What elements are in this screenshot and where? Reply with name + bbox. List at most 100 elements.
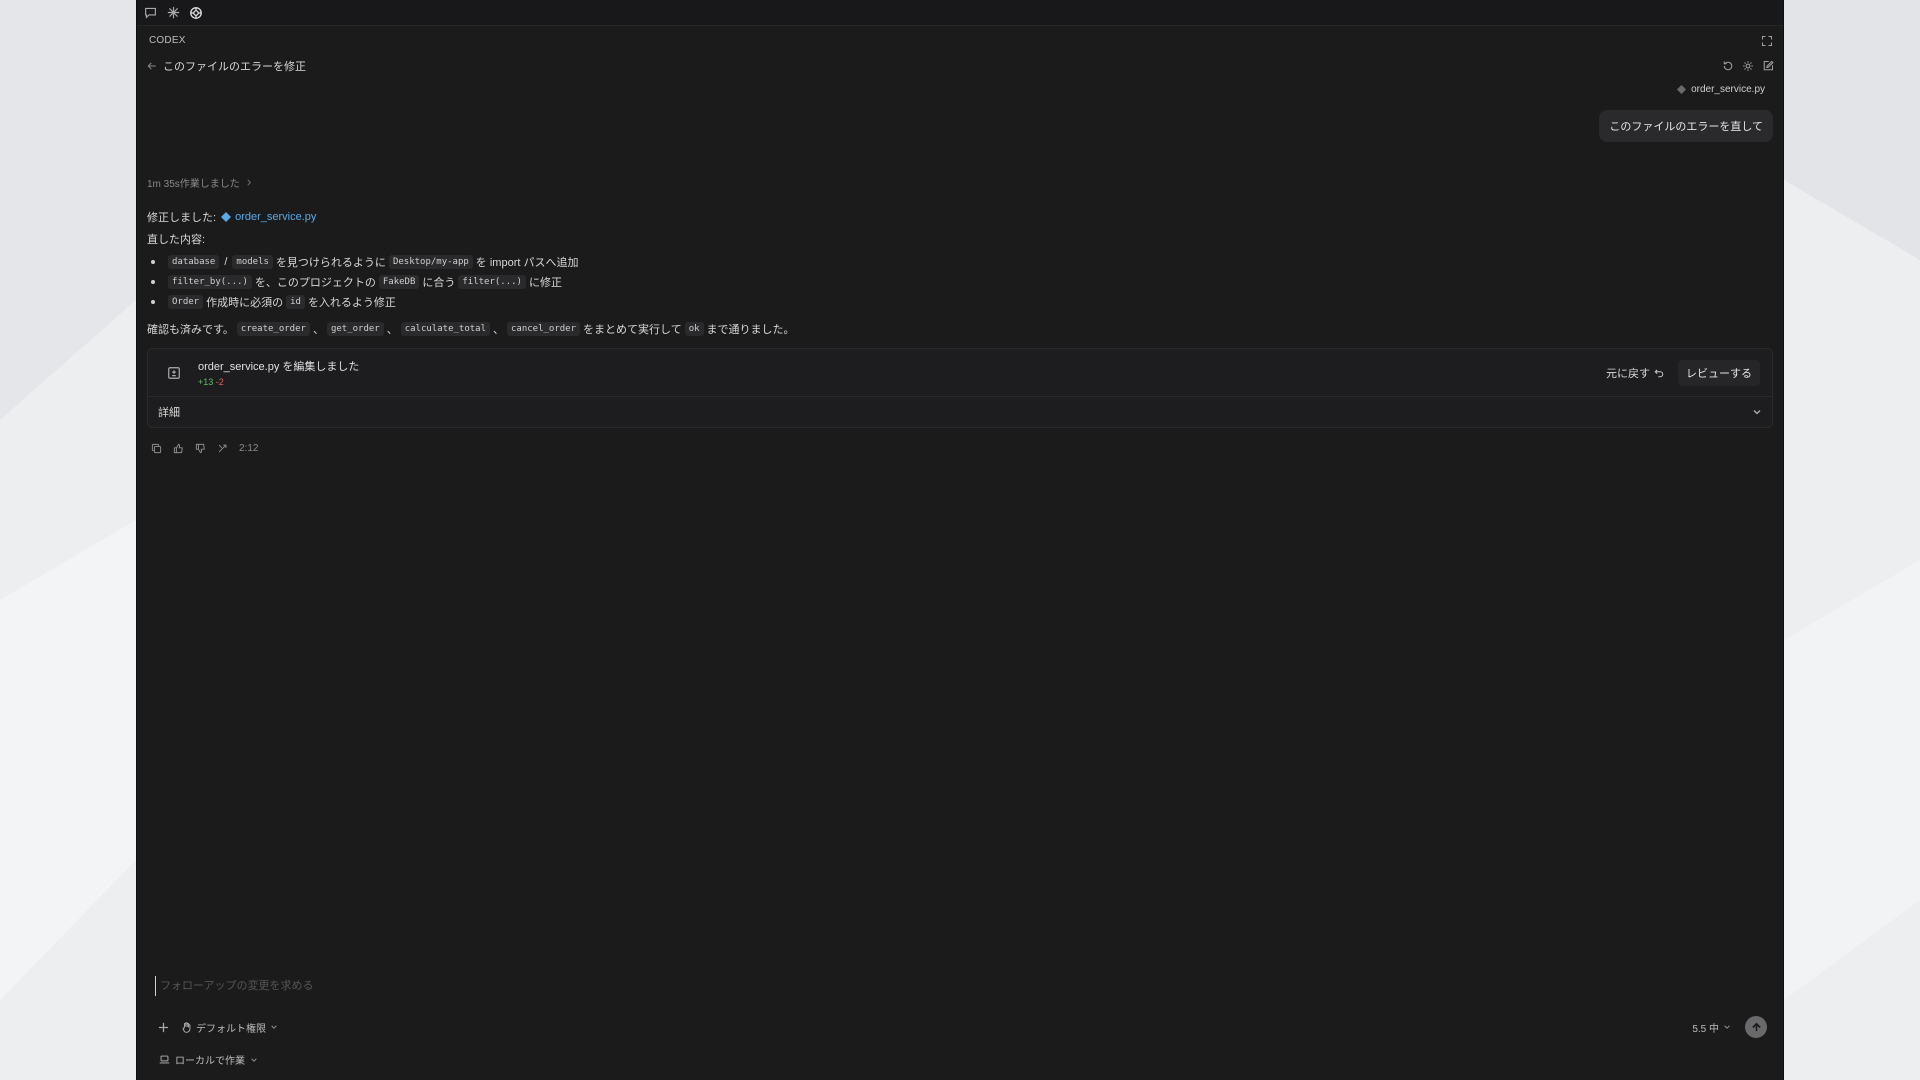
lines-removed: -2 — [215, 377, 224, 387]
openai-knot-icon[interactable] — [187, 4, 205, 22]
undo-label: 元に戻す — [1606, 367, 1650, 380]
details-toggle[interactable]: 詳細 — [148, 397, 1772, 427]
file-tag-label: order_service.py — [1691, 84, 1765, 95]
permission-dropdown[interactable]: デフォルト権限 — [181, 1020, 278, 1035]
permission-label: デフォルト権限 — [196, 1023, 266, 1035]
model-label: 5.5 中 — [1692, 1023, 1719, 1035]
edit-text: order_service.py を編集しました +13 -2 — [198, 358, 359, 387]
edit-title: order_service.py を編集しました — [198, 361, 360, 373]
lines-added: +13 — [198, 377, 214, 387]
fixed-file-name: order_service.py — [235, 211, 317, 223]
undo-button[interactable]: 元に戻す — [1600, 361, 1670, 385]
changes-heading: 直した内容: — [147, 234, 206, 246]
fixed-file-link[interactable]: order_service.py — [221, 211, 316, 223]
thumbs-up-icon[interactable] — [171, 441, 185, 455]
list-item: database / models を見つけられるように Desktop/my-… — [147, 252, 1769, 272]
history-icon[interactable] — [1721, 59, 1735, 73]
inline-code: models — [232, 255, 273, 269]
fixed-line: 修正しました: order_service.py — [147, 206, 1769, 228]
inline-code: filter(...) — [458, 275, 526, 289]
top-toolbar — [137, 0, 1783, 26]
edit-stats: +13 -2 — [198, 377, 359, 387]
python-file-icon — [1677, 85, 1687, 94]
inline-code: Desktop/my-app — [388, 255, 473, 269]
back-arrow-icon[interactable] — [145, 59, 159, 73]
confirm-middle: をまとめて実行して — [583, 324, 682, 336]
diff-file-icon — [164, 363, 184, 383]
chevron-down-icon — [1753, 410, 1761, 415]
bullet-text: を、このプロジェクトの — [254, 277, 376, 289]
sparkle-icon[interactable] — [164, 4, 182, 22]
new-chat-icon[interactable] — [1761, 59, 1775, 73]
details-label: 詳細 — [158, 407, 180, 419]
model-dropdown[interactable]: 5.5 中 — [1692, 1020, 1731, 1035]
bullet-dot — [151, 260, 155, 264]
expand-icon[interactable] — [1761, 34, 1773, 52]
file-edit-card: order_service.py を編集しました +13 -2 元に戻す レビュ… — [147, 348, 1773, 428]
followup-input[interactable] — [155, 976, 1769, 996]
list-item: filter_by(...) を、このプロジェクトの FakeDB に合う fi… — [147, 272, 1769, 292]
fixed-prefix: 修正しました: — [147, 212, 217, 224]
inline-code: calculate_total — [400, 322, 490, 336]
edit-actions: 元に戻す レビューする — [1600, 359, 1760, 386]
separator: 、 — [386, 324, 398, 336]
settings-icon[interactable] — [1741, 59, 1755, 73]
chevron-down-icon — [271, 1025, 277, 1029]
add-attachment-button[interactable] — [155, 1019, 171, 1035]
arrow-up-icon — [1751, 1022, 1761, 1031]
bullet-text: を入れるよう修正 — [307, 297, 396, 309]
chevron-down-icon — [251, 1057, 257, 1062]
hand-icon — [182, 1021, 191, 1033]
message-actions: 2:12 — [149, 441, 258, 455]
inline-code: create_order — [236, 322, 310, 336]
laptop-icon — [159, 1055, 170, 1064]
inline-code: database — [168, 255, 220, 269]
local-label: ローカルで作業 — [175, 1056, 245, 1067]
inline-code: Order — [168, 295, 204, 309]
inline-code: filter_by(...) — [168, 275, 252, 289]
worked-duration[interactable]: 1m 35s作業しました — [147, 175, 253, 190]
bullet-text: を import パスへ追加 — [475, 257, 579, 269]
thread-title: このファイルのエラーを修正 — [163, 61, 306, 73]
assistant-message: 修正しました: order_service.py 直した内容: database… — [147, 206, 1769, 340]
bullet-dot — [151, 300, 155, 304]
send-button[interactable] — [1745, 1016, 1767, 1038]
separator: / — [224, 256, 228, 268]
section-label: CODEX — [149, 35, 186, 46]
inline-code: FakeDB — [378, 275, 420, 289]
codex-panel: CODEX このファイルのエラーを修正 order_service.py このフ… — [136, 0, 1784, 1080]
bullet-text: に修正 — [528, 277, 562, 289]
message-time: 2:12 — [239, 442, 259, 454]
bullet-dot — [151, 280, 155, 284]
edit-summary-row: order_service.py を編集しました +13 -2 元に戻す レビュ… — [148, 349, 1772, 397]
confirm-suffix: まで通りました。 — [706, 324, 795, 336]
review-button[interactable]: レビューする — [1678, 359, 1760, 386]
thumbs-down-icon[interactable] — [193, 441, 207, 455]
chat-bubble-icon[interactable] — [141, 4, 159, 22]
fork-icon[interactable] — [215, 441, 229, 455]
bullet-text: を見つけられるように — [275, 257, 386, 269]
bullet-text: に合う — [422, 277, 456, 289]
undo-icon — [1654, 369, 1664, 377]
local-work-dropdown[interactable]: ローカルで作業 — [159, 1052, 258, 1067]
python-file-icon — [221, 212, 232, 222]
file-tag[interactable]: order_service.py — [1677, 84, 1765, 95]
inline-code: id — [286, 295, 305, 309]
separator: 、 — [312, 324, 324, 336]
chevron-right-icon — [247, 179, 251, 186]
chevron-down-icon — [1724, 1025, 1730, 1029]
plus-icon — [158, 1022, 168, 1032]
inline-code: get_order — [326, 322, 384, 336]
inline-code: ok — [684, 322, 704, 336]
changes-list: database / models を見つけられるように Desktop/my-… — [147, 252, 1769, 312]
inline-code: cancel_order — [507, 322, 581, 336]
thread-header: このファイルのエラーを修正 — [145, 58, 1775, 74]
list-item: Order 作成時に必須の id を入れるよう修正 — [147, 292, 1769, 312]
bullet-text: 作成時に必須の — [206, 297, 284, 309]
copy-icon[interactable] — [149, 441, 163, 455]
composer-toolbar: デフォルト権限 5.5 中 — [155, 1016, 1767, 1038]
composer-input-area — [155, 976, 1769, 996]
confirm-line: 確認も済みです。 create_order 、 get_order 、 calc… — [147, 318, 1769, 340]
composer-right-controls: 5.5 中 — [1692, 1016, 1767, 1038]
confirm-prefix: 確認も済みです。 — [147, 324, 234, 336]
